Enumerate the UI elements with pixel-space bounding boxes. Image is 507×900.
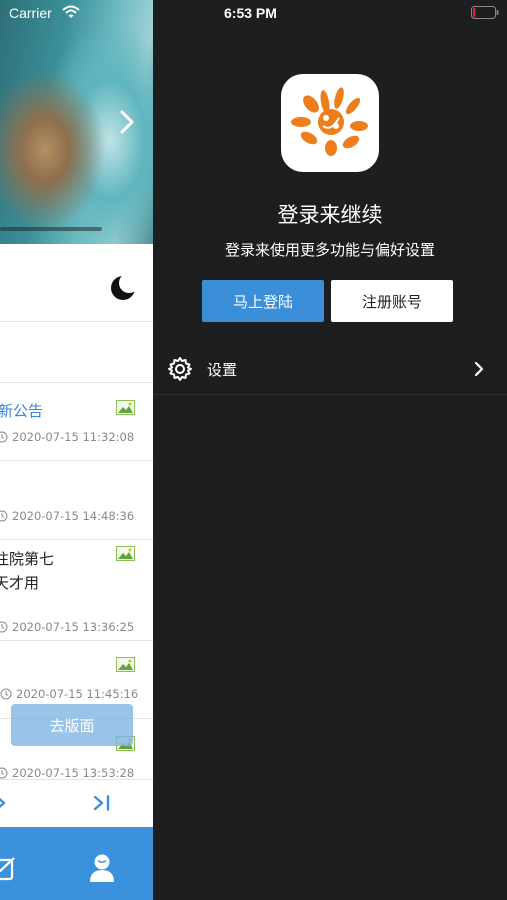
clock-icon xyxy=(0,510,8,522)
clock-icon xyxy=(0,431,8,443)
chevron-right-icon[interactable] xyxy=(117,108,137,136)
news-time: 2020-07-15 14:48:36 xyxy=(12,509,135,523)
settings-row[interactable]: 设置 xyxy=(153,343,507,395)
status-bar: Carrier 6:53 PM xyxy=(0,0,507,28)
news-title: 天才用 xyxy=(0,574,40,592)
image-icon xyxy=(116,400,135,415)
image-icon xyxy=(116,546,135,561)
edit-icon[interactable] xyxy=(0,857,16,881)
chevron-right-icon xyxy=(474,361,484,377)
clock-icon xyxy=(0,767,8,779)
login-title: 登录来继续 xyxy=(277,203,383,227)
settings-label: 设置 xyxy=(207,361,238,379)
next-page-icon[interactable] xyxy=(0,795,8,811)
news-time: 2020-07-15 11:45:16 xyxy=(16,687,139,701)
battery-icon xyxy=(471,6,499,19)
app-logo xyxy=(281,74,379,172)
news-time: 2020-07-15 13:36:25 xyxy=(12,620,135,634)
login-subtitle: 登录来使用更多功能与偏好设置 xyxy=(224,241,435,259)
divider xyxy=(0,382,153,383)
divider xyxy=(0,640,153,641)
clock-icon xyxy=(0,688,12,700)
register-button[interactable]: 注册账号 xyxy=(331,280,453,322)
news-time: 2020-07-15 11:32:08 xyxy=(12,430,135,444)
banner-image[interactable] xyxy=(0,0,153,244)
gear-icon xyxy=(168,357,192,381)
carrier-label: Carrier xyxy=(9,5,52,21)
last-page-icon[interactable] xyxy=(93,795,111,811)
status-time: 6:53 PM xyxy=(224,5,277,21)
news-time: 2020-07-15 13:53:28 xyxy=(12,766,135,780)
divider xyxy=(0,321,153,322)
tab-bar xyxy=(0,827,153,900)
wifi-icon xyxy=(62,5,80,18)
news-title: 往院第七 xyxy=(0,550,55,568)
banner-caption-bar xyxy=(0,227,102,231)
user-icon[interactable] xyxy=(89,853,115,883)
logo-icon xyxy=(291,87,368,156)
divider xyxy=(0,539,153,540)
moon-icon[interactable] xyxy=(108,273,138,303)
news-title: 新公告 xyxy=(0,402,44,420)
divider xyxy=(0,779,153,780)
goto-board-button[interactable]: 去版面 xyxy=(11,704,133,746)
divider xyxy=(0,460,153,461)
background-page: 新公告 2020-07-15 11:32:08 2020-07-15 14:48… xyxy=(0,0,153,900)
image-icon xyxy=(116,657,135,672)
clock-icon xyxy=(0,621,8,633)
login-button[interactable]: 马上登陆 xyxy=(202,280,324,322)
